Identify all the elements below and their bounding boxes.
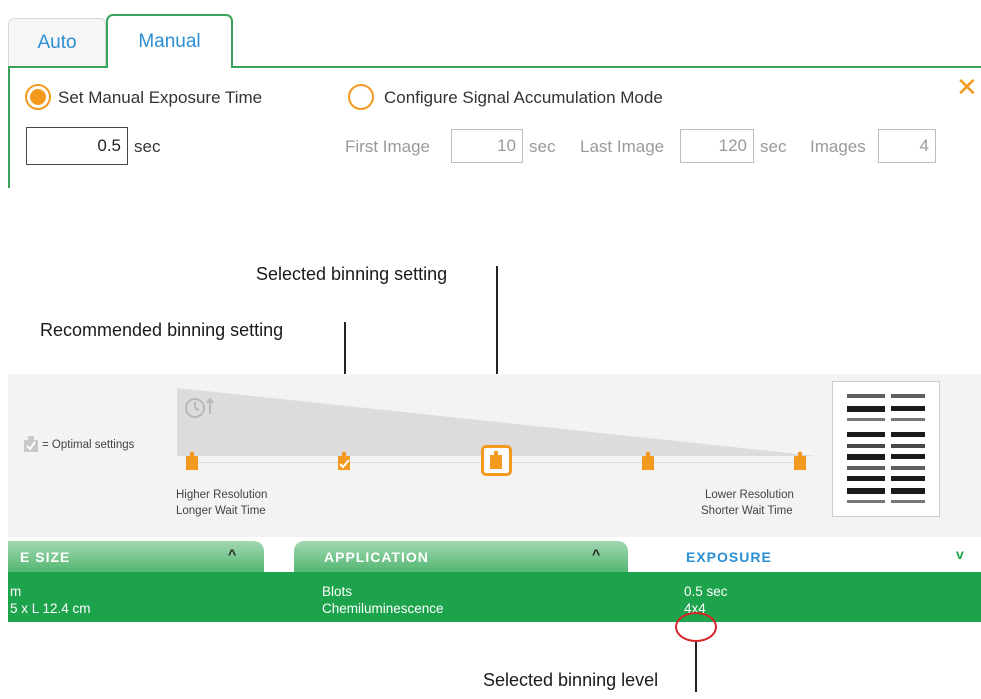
close-icon[interactable]: ✕ [956,72,978,103]
image-size-header-label: E SIZE [20,548,71,565]
exposure-time-value: 0.5 sec [684,584,728,599]
image-size-line2: 5 x L 12.4 cm [10,601,91,616]
tab-auto[interactable]: Auto [8,18,106,66]
signal-accumulation-label: Configure Signal Accumulation Mode [384,88,663,107]
image-size-header[interactable]: E SIZE [8,541,264,572]
image-size-line1: m [10,584,22,599]
application-header-label: APPLICATION [324,548,429,565]
callout-recommended-binning-setting: Recommended binning setting [40,320,284,340]
chevron-down-icon[interactable]: v [956,546,964,562]
application-header[interactable]: APPLICATION [294,541,628,572]
optimal-settings-legend: = Optimal settings [42,439,135,451]
tab-manual-label: Manual [138,30,201,52]
application-line1: Blots [322,584,353,599]
blot-preview-image [832,381,940,517]
last-image-input[interactable]: 120 [680,129,754,163]
radio-set-exposure[interactable] [25,84,51,110]
lower-resolution-label: Lower Resolution [705,489,794,501]
higher-resolution-label: Higher Resolution [176,489,268,501]
exposure-unit: sec [134,137,161,156]
exposure-time-input[interactable]: 0.5 [26,127,128,165]
set-exposure-label: Set Manual Exposure Time [58,88,263,107]
callout-selected-binning-level: Selected binning level [483,670,659,690]
exposure-header[interactable]: EXPOSURE [658,541,981,572]
binning-marker-4[interactable] [642,452,654,470]
first-image-unit: sec [529,137,556,156]
images-label: Images [810,137,866,156]
shorter-wait-label: Shorter Wait Time [701,505,793,517]
tab-manual[interactable]: Manual [106,14,233,67]
binning-level-highlight [675,612,717,642]
application-line2: Chemiluminescence [322,601,444,616]
tab-auto-label: Auto [37,31,77,53]
exposure-header-label: EXPOSURE [686,548,772,565]
longer-wait-label: Longer Wait Time [176,505,266,517]
summary-bar [8,572,981,622]
first-image-input[interactable]: 10 [451,129,523,163]
images-input[interactable]: 4 [878,129,936,163]
binning-marker-5[interactable] [794,452,806,470]
callout-selected-binning-setting: Selected binning setting [256,264,448,284]
optimal-check-icon [24,436,38,452]
radio-signal-accumulation[interactable] [348,84,374,110]
last-image-unit: sec [760,137,787,156]
callout-line-level [695,642,697,692]
chevron-up-icon[interactable]: ^ [592,546,600,562]
selected-marker-fill [490,451,502,469]
chevron-up-icon[interactable]: ^ [228,546,236,562]
first-image-label: First Image [345,137,431,156]
panel-border-left [8,66,10,188]
last-image-label: Last Image [580,137,665,156]
recommended-check-icon [339,459,350,469]
binning-marker-1[interactable] [186,452,198,470]
clock-icon [185,397,214,418]
